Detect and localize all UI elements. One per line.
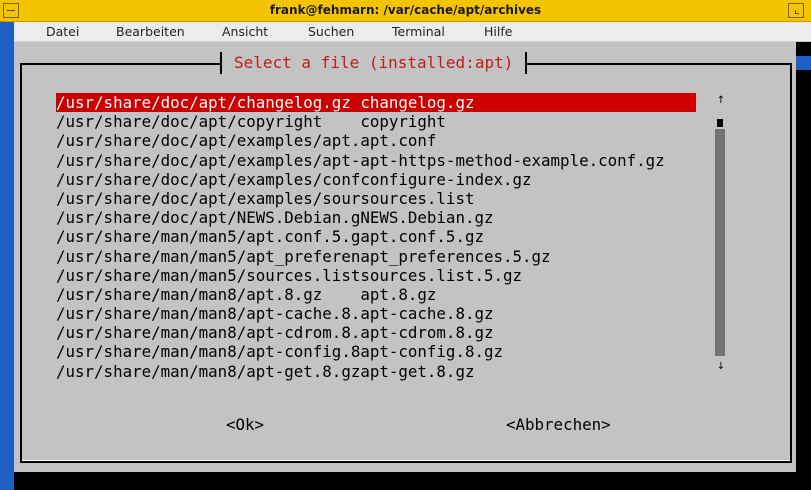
menu-hilfe[interactable]: Hilfe — [484, 24, 512, 39]
scroll-top-marker — [717, 119, 723, 127]
file-item[interactable]: /usr/share/man/man8/apt-cache.8.apt-cach… — [56, 304, 696, 323]
menu-terminal[interactable]: Terminal — [392, 24, 445, 39]
scroll-up-arrow-icon[interactable]: ↑ — [716, 95, 726, 106]
ok-button[interactable]: <Ok> — [226, 415, 264, 434]
file-item[interactable]: /usr/share/doc/apt/examples/confconfigur… — [56, 170, 696, 189]
file-item[interactable]: /usr/share/man/man8/apt.8.gz apt.8.gz — [56, 285, 696, 304]
file-item[interactable]: /usr/share/doc/apt/examples/apt-apt-http… — [56, 151, 696, 170]
terminal-scrollbar-thumb[interactable] — [796, 56, 811, 70]
file-item[interactable]: /usr/share/man/man8/apt-config.8apt-conf… — [56, 342, 696, 361]
menu-datei[interactable]: Datei — [46, 24, 79, 39]
file-item[interactable]: /usr/share/man/man5/apt.conf.5.gapt.conf… — [56, 227, 696, 246]
scroll-down-arrow-icon[interactable]: ↓ — [716, 361, 726, 372]
menu-suchen[interactable]: Suchen — [308, 24, 354, 39]
window-titlebar: frank@fehmarn: /var/cache/apt/archives — [0, 0, 811, 22]
file-item[interactable]: /usr/share/man/man8/apt-cdrom.8.apt-cdro… — [56, 323, 696, 342]
dialog-title: Select a file (installed:apt) — [220, 52, 528, 74]
cancel-button[interactable]: <Abbrechen> — [506, 415, 611, 434]
terminal-bottom-strip — [14, 472, 811, 490]
list-scrollbar-track[interactable] — [715, 129, 725, 356]
file-list: /usr/share/doc/apt/changelog.gz changelo… — [56, 93, 696, 381]
menu-ansicht[interactable]: Ansicht — [222, 24, 268, 39]
file-item[interactable]: /usr/share/doc/apt/examples/apt.apt.conf — [56, 131, 696, 150]
terminal-right-edge — [796, 42, 811, 472]
file-item[interactable]: /usr/share/man/man8/apt-get.8.gzapt-get.… — [56, 362, 696, 381]
file-item[interactable]: /usr/share/doc/apt/NEWS.Debian.gNEWS.Deb… — [56, 208, 696, 227]
file-item-selected[interactable]: /usr/share/doc/apt/changelog.gz changelo… — [56, 93, 696, 113]
menu-bearbeiten[interactable]: Bearbeiten — [116, 24, 185, 39]
file-item[interactable]: /usr/share/man/man5/apt_preferenapt_pref… — [56, 247, 696, 266]
window-maximize-button[interactable] — [788, 3, 804, 18]
menubar: Datei Bearbeiten Ansicht Suchen Terminal… — [14, 22, 811, 42]
window-title: frank@fehmarn: /var/cache/apt/archives — [269, 3, 542, 17]
file-item[interactable]: /usr/share/doc/apt/examples/soursources.… — [56, 189, 696, 208]
file-item[interactable]: /usr/share/doc/apt/copyright copyright — [56, 112, 696, 131]
file-item[interactable]: /usr/share/man/man5/sources.listsources.… — [56, 266, 696, 285]
